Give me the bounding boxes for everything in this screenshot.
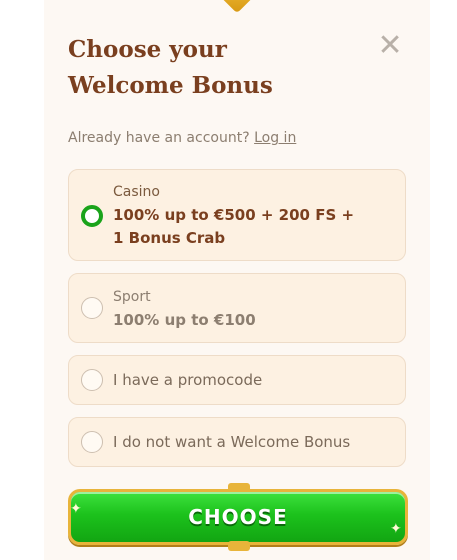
- modal-title: Choose your Welcome Bonus: [68, 36, 273, 99]
- option-offer: 100% up to €500 + 200 FS + 1 Bonus Crab: [113, 206, 355, 247]
- login-prompt: Already have an account? Log in: [68, 130, 296, 146]
- choose-button-label: CHOOSE: [188, 505, 288, 529]
- login-prompt-text: Already have an account?: [68, 130, 250, 146]
- option-no-bonus[interactable]: I do not want a Welcome Bonus: [68, 417, 406, 467]
- option-sport[interactable]: Sport 100% up to €100: [68, 273, 406, 343]
- option-label: I have a promocode: [113, 371, 263, 389]
- sparkle-icon: ✦: [70, 501, 82, 517]
- gem-ornament-icon: [218, 0, 256, 14]
- radio-unchecked-icon[interactable]: [81, 297, 103, 319]
- option-offer: 100% up to €100: [113, 311, 256, 329]
- option-category: Casino: [113, 184, 160, 200]
- login-link[interactable]: Log in: [254, 130, 296, 146]
- radio-checked-icon[interactable]: [81, 205, 103, 227]
- option-category: Sport: [113, 289, 151, 305]
- option-label: I do not want a Welcome Bonus: [113, 433, 351, 451]
- choose-button[interactable]: CHOOSE: [68, 489, 408, 545]
- radio-unchecked-icon[interactable]: [81, 369, 103, 391]
- sparkle-icon: ✦: [390, 521, 402, 537]
- option-promocode[interactable]: I have a promocode: [68, 355, 406, 405]
- option-casino[interactable]: Casino 100% up to €500 + 200 FS + 1 Bonu…: [68, 169, 406, 261]
- welcome-bonus-modal: Choose your Welcome Bonus ✕ Already have…: [44, 0, 430, 560]
- radio-unchecked-icon[interactable]: [81, 431, 103, 453]
- choose-button-wrapper: CHOOSE ✦ ✦: [68, 483, 408, 551]
- close-icon[interactable]: ✕: [377, 31, 402, 61]
- ornament-bottom-icon: [228, 541, 250, 551]
